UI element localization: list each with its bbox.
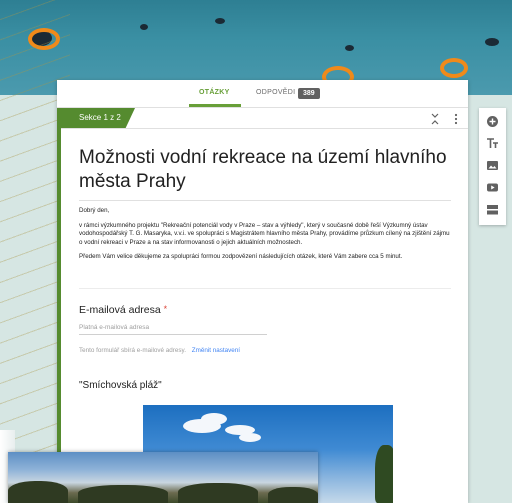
section-label: Sekce 1 z 2	[57, 108, 135, 128]
add-title-icon[interactable]	[486, 137, 499, 150]
image-question-title[interactable]: "Smíchovská pláž"	[79, 380, 162, 391]
collapse-section-icon[interactable]	[430, 113, 440, 125]
tab-questions[interactable]: OTÁZKY	[199, 89, 230, 96]
email-question-title[interactable]: E-mailová adresa *	[79, 304, 167, 316]
form-title[interactable]: Možnosti vodní rekreace na území hlavníh…	[79, 146, 449, 194]
title-underline	[79, 200, 451, 201]
responses-count-badge: 389	[298, 88, 320, 99]
add-section-icon[interactable]	[486, 203, 499, 216]
add-video-icon[interactable]	[486, 181, 499, 194]
collect-note-text: Tento formulář sbírá e-mailové adresy.	[79, 347, 186, 354]
active-section-bar	[57, 128, 61, 503]
form-description[interactable]: Dobrý den, v rámci výzkumného projektu "…	[79, 207, 451, 268]
cloud-shape	[239, 433, 261, 442]
section-divider	[57, 128, 468, 129]
change-settings-link[interactable]: Změnit nastavení	[192, 347, 240, 354]
add-question-icon[interactable]	[486, 115, 499, 128]
email-question-label: E-mailová adresa	[79, 304, 161, 316]
tree-shape	[78, 485, 168, 503]
tree-shape	[375, 445, 393, 503]
tree-shape	[268, 487, 318, 503]
description-greeting: Dobrý den,	[79, 207, 110, 214]
cloud-shape	[201, 413, 227, 425]
required-asterisk: *	[163, 304, 168, 314]
tab-bar: OTÁZKY ODPOVĚDI 389	[57, 80, 468, 108]
active-tab-indicator	[189, 104, 241, 107]
swimmer-figure	[485, 38, 499, 46]
swimmer-figure	[140, 24, 148, 30]
add-image-icon[interactable]	[486, 159, 499, 172]
email-field[interactable]: Platná e-mailová adresa	[79, 324, 267, 335]
description-paragraph-2: Předem Vám velice děkujeme za spolupráci…	[79, 253, 403, 261]
swim-ring	[440, 58, 468, 78]
swimmer-figure	[215, 18, 225, 24]
tree-shape	[178, 483, 258, 503]
header-divider	[79, 288, 451, 289]
more-options-icon[interactable]	[454, 113, 458, 125]
overlay-photo	[8, 452, 318, 503]
floating-toolbar	[479, 108, 506, 225]
tab-responses[interactable]: ODPOVĚDI	[256, 89, 295, 96]
email-collect-note: Tento formulář sbírá e-mailové adresy. Z…	[79, 347, 240, 354]
description-paragraph-1: v rámci výzkumného projektu "Rekreační p…	[79, 221, 450, 246]
form-editor-card: OTÁZKY ODPOVĚDI 389 Sekce 1 z 2 Možnosti…	[57, 80, 468, 503]
tree-shape	[8, 481, 68, 503]
swimmer-figure	[345, 45, 354, 51]
